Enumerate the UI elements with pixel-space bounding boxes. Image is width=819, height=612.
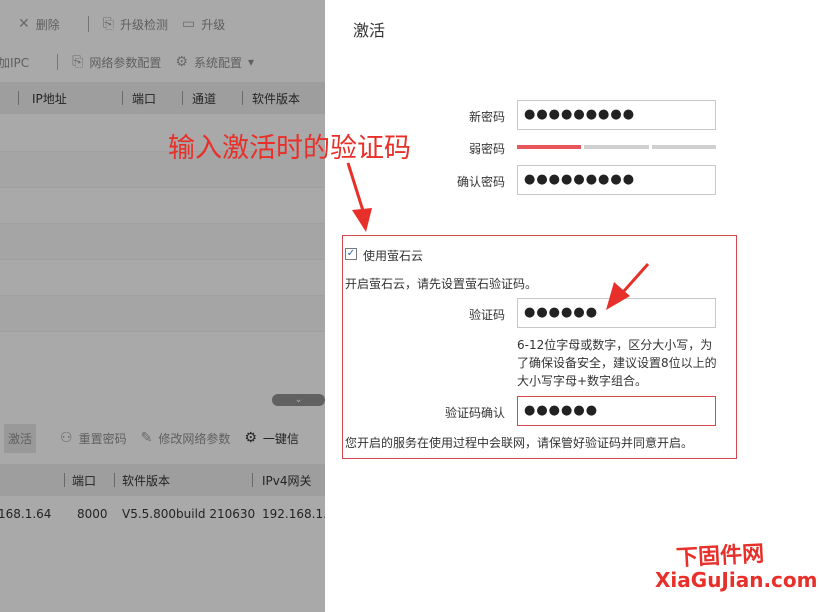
strength-segment: [517, 145, 582, 149]
ezviz-note: 开启萤石云，请先设置萤石验证码。: [345, 277, 538, 291]
watermark-en: XiaGuJian.com: [655, 568, 818, 592]
arrow-head: [352, 208, 372, 232]
ezviz-checkbox[interactable]: ✓: [345, 248, 357, 260]
new-password-field[interactable]: ●●●●●●●●●: [517, 100, 716, 130]
dialog-title: 激活: [353, 21, 386, 40]
confirm-password-field[interactable]: ●●●●●●●●●: [517, 165, 716, 195]
password-strength-meter: [517, 145, 716, 149]
verify-code-label: 验证码: [468, 308, 505, 322]
strength-label: 弱密码: [468, 142, 505, 156]
annotation-text: 输入激活时的验证码: [168, 133, 411, 164]
verify-code-field[interactable]: ●●●●●●: [517, 298, 716, 328]
watermark-cn: 下固件网: [675, 541, 765, 572]
verify-confirm-label: 验证码确认: [444, 406, 505, 420]
footer-note: 您开启的服务在使用过程中会联网，请保管好验证码并同意开启。: [345, 436, 694, 450]
confirm-password-label: 确认密码: [456, 175, 505, 189]
arrow-line: [346, 162, 366, 215]
strength-segment: [651, 145, 716, 149]
new-password-label: 新密码: [468, 110, 505, 124]
verify-code-hint: 6-12位字母或数字，区分大小写，为了确保设备安全，建议设置8位以上的大小写字母…: [517, 338, 717, 388]
modal-overlay: [0, 0, 325, 612]
strength-segment: [584, 145, 649, 149]
ezviz-checkbox-label: 使用萤石云: [363, 249, 424, 263]
verify-confirm-field[interactable]: ●●●●●●: [517, 396, 716, 426]
